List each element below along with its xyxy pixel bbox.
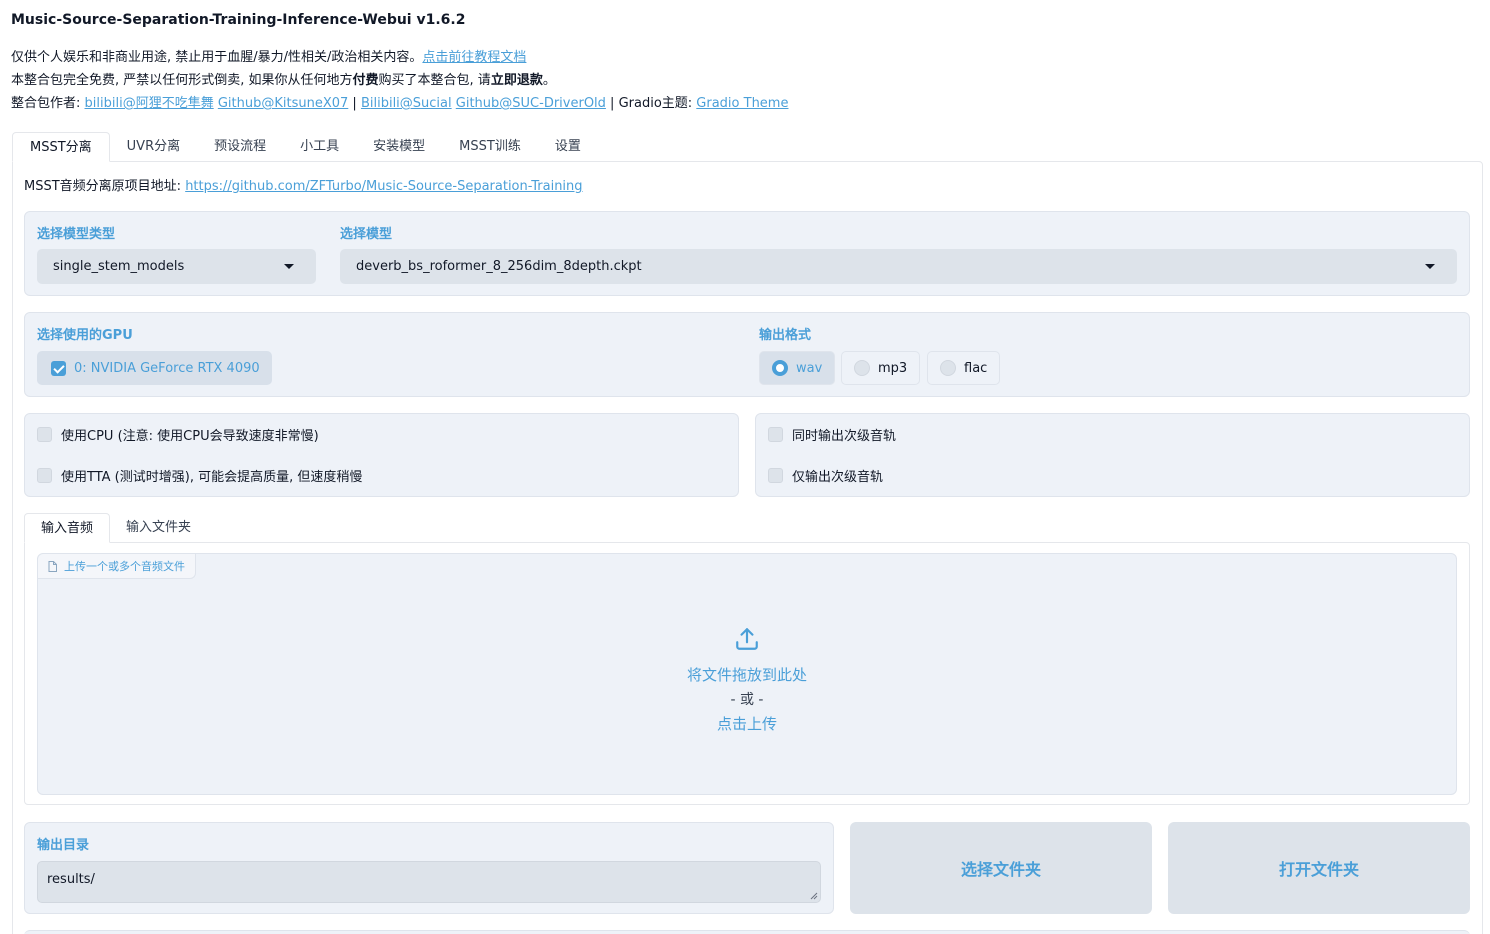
notice-line-2: 本整合包完全免费, 严禁以任何形式倒卖, 如果你从任何地方付费购买了本整合包, …	[11, 72, 556, 90]
format-radio-wav[interactable]: wav	[759, 351, 836, 385]
notice-text: 购买了本整合包, 请	[378, 73, 491, 88]
notice-line-3: 整合包作者: bilibili@阿狸不吃隼舞 Github@KitsuneX07…	[11, 95, 788, 113]
radio-unselected-icon	[854, 360, 870, 376]
notice-line-1: 仅供个人娱乐和非商业用途, 禁止用于血腥/暴力/性相关/政治相关内容。点击前往教…	[11, 49, 526, 67]
notice-bold: 立即退款	[490, 73, 543, 88]
model-type-dropdown[interactable]: single_stem_models	[37, 249, 316, 284]
gradio-theme-link[interactable]: Gradio Theme	[696, 96, 788, 111]
model-type-value: single_stem_models	[53, 259, 185, 274]
tab-input-folder[interactable]: 输入文件夹	[110, 513, 207, 543]
output-format-label: 输出格式	[759, 328, 812, 343]
format-label: flac	[964, 360, 988, 376]
tab-settings[interactable]: 设置	[538, 132, 598, 162]
gpu-checkbox-option[interactable]: 0: NVIDIA GeForce RTX 4090	[37, 351, 272, 385]
resize-handle-icon[interactable]	[810, 892, 818, 900]
file-icon	[48, 560, 57, 572]
chevron-down-icon	[284, 264, 294, 269]
tab-msst-training[interactable]: MSST训练	[442, 132, 538, 162]
tab-install-models[interactable]: 安装模型	[356, 132, 442, 162]
tab-input-audio[interactable]: 输入音频	[24, 513, 111, 543]
radio-unselected-icon	[940, 360, 956, 376]
tab-uvr-separation[interactable]: UVR分离	[110, 132, 197, 162]
tab-preset-flow[interactable]: 预设流程	[197, 132, 283, 162]
checkbox-unchecked-icon	[768, 427, 783, 442]
notice-text: 仅供个人娱乐和非商业用途, 禁止用于血腥/暴力/性相关/政治相关内容。	[11, 50, 423, 65]
model-label: 选择模型	[340, 227, 393, 242]
output-dir-label: 输出目录	[37, 838, 90, 853]
checkbox-unchecked-icon	[37, 468, 52, 483]
output-dir-value: results/	[47, 872, 95, 887]
open-folder-button[interactable]: 打开文件夹	[1168, 822, 1470, 914]
notice-text: 本整合包完全免费, 严禁以任何形式倒卖, 如果你从任何地方	[11, 73, 353, 88]
source-label: MSST音频分离原项目地址:	[24, 179, 186, 194]
format-radio-mp3[interactable]: mp3	[841, 351, 921, 385]
format-label: mp3	[878, 360, 908, 376]
tab-tools[interactable]: 小工具	[283, 132, 356, 162]
source-line: MSST音频分离原项目地址: https://github.com/ZFTurb…	[24, 175, 583, 194]
app-title: Music-Source-Separation-Training-Inferen…	[11, 12, 466, 28]
author-link-bilibili-sucial[interactable]: Bilibili@Sucial	[361, 96, 452, 111]
author-link-github-kitsune[interactable]: Github@KitsuneX07	[218, 96, 348, 111]
author-link-github-suc[interactable]: Github@SUC-DriverOld	[456, 96, 606, 111]
use-cpu-label: 使用CPU (注意: 使用CPU会导致速度非常慢)	[61, 429, 319, 444]
next-block-edge	[24, 930, 1470, 934]
tab-msst-separation[interactable]: MSST分离	[12, 132, 110, 162]
use-tta-label: 使用TTA (测试时增强), 可能会提高质量, 但速度稍慢	[61, 470, 363, 485]
output-secondary-checkbox[interactable]: 同时输出次级音轨	[768, 425, 896, 444]
model-value: deverb_bs_roformer_8_256dim_8depth.ckpt	[356, 259, 642, 274]
main-tabs: MSST分离 UVR分离 预设流程 小工具 安装模型 MSST训练 设置	[12, 132, 598, 162]
author-link-bilibili-kitsune[interactable]: bilibili@阿狸不吃隼舞	[85, 96, 214, 111]
gpu-label: 选择使用的GPU	[37, 328, 133, 343]
gpu-option-label: 0: NVIDIA GeForce RTX 4090	[74, 360, 260, 376]
select-folder-button[interactable]: 选择文件夹	[850, 822, 1152, 914]
format-radio-flac[interactable]: flac	[927, 351, 1001, 385]
notice-text: 。	[542, 73, 556, 88]
only-secondary-checkbox[interactable]: 仅输出次级音轨	[768, 466, 883, 485]
checkbox-unchecked-icon	[768, 468, 783, 483]
input-tabs: 输入音频 输入文件夹	[24, 513, 207, 543]
separator: |	[348, 96, 361, 111]
use-tta-checkbox[interactable]: 使用TTA (测试时增强), 可能会提高质量, 但速度稍慢	[37, 466, 362, 485]
upload-badge: 上传一个或多个音频文件	[38, 554, 196, 579]
checkbox-unchecked-icon	[37, 427, 52, 442]
checkbox-checked-icon	[51, 360, 66, 376]
radio-selected-icon	[772, 360, 788, 376]
or-text: - 或 -	[730, 692, 764, 708]
upload-icon	[736, 628, 758, 650]
click-upload-text: 点击上传	[716, 715, 777, 733]
separator: |	[605, 96, 619, 111]
source-url-link[interactable]: https://github.com/ZFTurbo/Music-Source-…	[185, 179, 582, 194]
notice-bold: 付费	[352, 73, 379, 88]
use-cpu-checkbox[interactable]: 使用CPU (注意: 使用CPU会导致速度非常慢)	[37, 425, 319, 444]
upload-prompt: 将文件拖放到此处 - 或 - 点击上传	[38, 626, 1456, 734]
output-secondary-label: 同时输出次级音轨	[792, 429, 897, 444]
model-type-label: 选择模型类型	[37, 227, 116, 242]
drop-text: 将文件拖放到此处	[686, 666, 807, 684]
format-label: wav	[796, 360, 823, 376]
upload-badge-label: 上传一个或多个音频文件	[64, 560, 185, 573]
model-dropdown[interactable]: deverb_bs_roformer_8_256dim_8depth.ckpt	[340, 249, 1457, 284]
tutorial-link[interactable]: 点击前往教程文档	[422, 50, 526, 65]
output-dir-input[interactable]: results/	[37, 861, 821, 903]
chevron-down-icon	[1425, 264, 1435, 269]
authors-label: 整合包作者:	[11, 96, 85, 111]
gradio-label: Gradio主题:	[618, 96, 697, 111]
only-secondary-label: 仅输出次级音轨	[792, 470, 884, 485]
upload-drop-zone[interactable]: 上传一个或多个音频文件 将文件拖放到此处 - 或 - 点击上传	[37, 553, 1457, 795]
